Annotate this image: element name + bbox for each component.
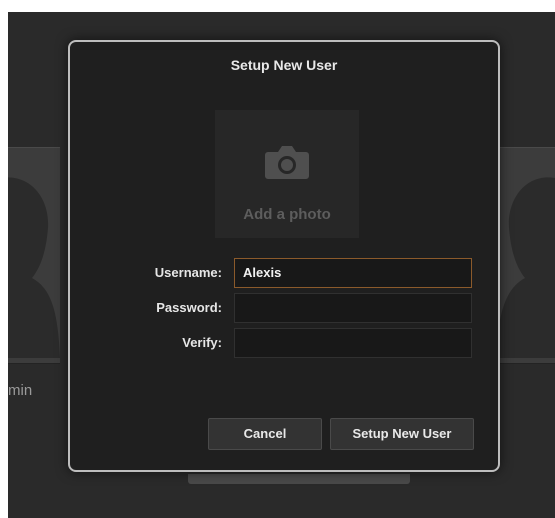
setup-new-user-button[interactable]: Setup New User bbox=[330, 418, 474, 450]
camera-icon bbox=[265, 146, 309, 179]
add-photo-label: Add a photo bbox=[243, 206, 331, 223]
partial-user-label: min bbox=[8, 382, 33, 399]
cancel-button[interactable]: Cancel bbox=[208, 418, 322, 450]
password-label: Password: bbox=[156, 300, 222, 315]
background-bar bbox=[188, 474, 410, 484]
user-card-left[interactable] bbox=[8, 147, 60, 364]
add-photo-area[interactable]: Add a photo bbox=[215, 110, 359, 238]
verify-label: Verify: bbox=[182, 335, 222, 350]
verify-field[interactable] bbox=[234, 328, 472, 358]
password-field[interactable] bbox=[234, 293, 472, 323]
user-silhouette-icon bbox=[495, 177, 555, 358]
username-field[interactable]: Alexis bbox=[234, 258, 472, 288]
dialog-title: Setup New User bbox=[230, 57, 338, 73]
setup-new-user-dialog: Setup New User Add a photo Username: Ale… bbox=[68, 40, 500, 472]
username-label: Username: bbox=[154, 265, 222, 280]
user-silhouette-icon bbox=[8, 177, 60, 358]
user-card-right[interactable] bbox=[495, 147, 555, 364]
